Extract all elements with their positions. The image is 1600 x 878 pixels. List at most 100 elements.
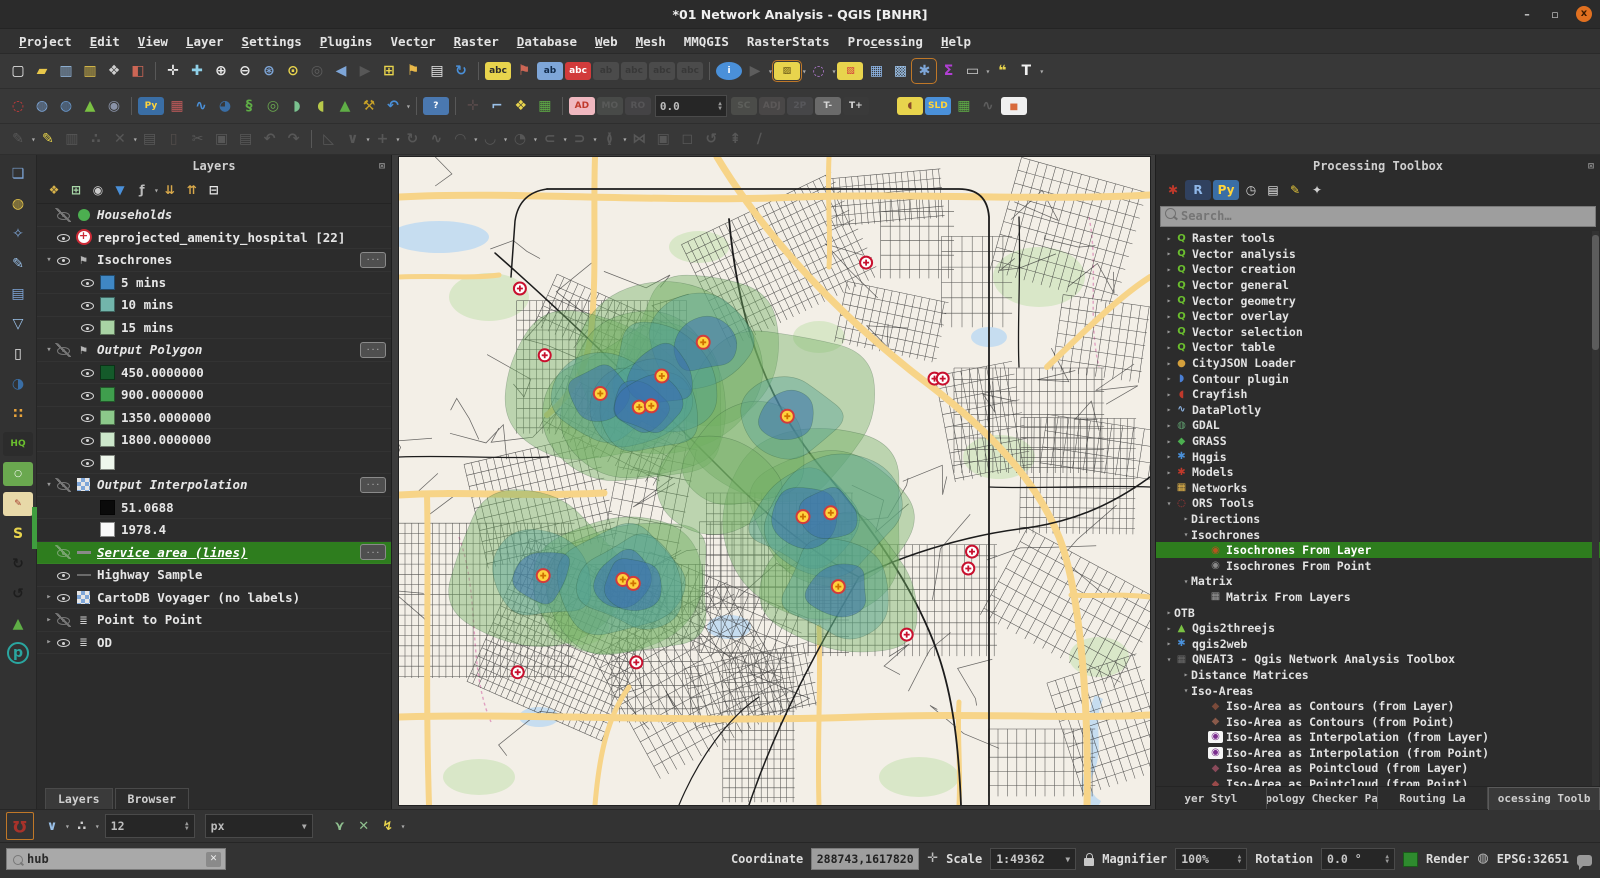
expander-icon[interactable]: ▸ (1164, 374, 1174, 383)
rotate-point-symbols-icon[interactable]: ↺ (700, 128, 722, 150)
filter-by-expression-icon[interactable]: ƒ (132, 180, 152, 200)
add-wms-service-icon[interactable]: ◍ (6, 192, 30, 216)
expander-icon[interactable]: ▸ (1164, 405, 1174, 414)
reshape-features-icon[interactable]: ⊃ (569, 128, 591, 150)
network-node-icon[interactable]: ❖ (510, 95, 532, 117)
add-wcs-layer-icon[interactable]: ◍ (55, 95, 77, 117)
toolbox-item-crayfish[interactable]: ▸◖Crayfish (1156, 386, 1600, 402)
add-delimited-text-icon[interactable]: ✎ (6, 252, 30, 276)
close-button[interactable]: x (1576, 6, 1592, 22)
layer-row-od[interactable]: ▸≣OD (37, 632, 391, 655)
scrollbar-thumb[interactable] (1592, 235, 1599, 350)
undo-arc-plugin-icon[interactable]: ↺ (6, 582, 30, 606)
python-console-icon[interactable]: Py (138, 97, 164, 115)
offset-curve-icon[interactable]: ⊂ (539, 128, 561, 150)
snapping-vertex-icon[interactable]: ∴ (71, 815, 93, 837)
expander-icon[interactable]: ▸ (1164, 281, 1174, 290)
open-layer-styling-icon[interactable]: ❖ (44, 180, 64, 200)
remove-layer-icon[interactable]: ⊟ (204, 180, 224, 200)
expander-icon[interactable]: ▾ (1181, 577, 1191, 586)
add-polygon-layer-icon[interactable]: ▽ (6, 312, 30, 336)
s-plugin-icon[interactable]: S (6, 522, 30, 546)
add-vector-layer-icon[interactable]: ✧ (6, 222, 30, 246)
processing-toolbox-icon[interactable]: ✱ (913, 60, 935, 82)
azimuth-icon[interactable]: ⌐ (486, 95, 508, 117)
topological-editing-icon[interactable]: ⋎ (329, 815, 351, 837)
field-calculator-icon[interactable]: ▩ (889, 60, 911, 82)
expand-all-icon[interactable]: ⇊ (160, 180, 180, 200)
layer-row-point-to-point[interactable]: ▸≣Point to Point (37, 609, 391, 632)
layer-row-1800-0000000[interactable]: 1800.0000000 (37, 429, 391, 452)
visibility-eye-icon[interactable] (55, 590, 71, 604)
style-manager-icon[interactable]: ◧ (127, 60, 149, 82)
statistics-panel-icon[interactable]: Σ (937, 60, 959, 82)
ors-tools-icon[interactable]: ◌ (7, 95, 29, 117)
visibility-eye-icon[interactable] (55, 253, 71, 267)
dock-tab-yer-styl[interactable]: yer Styl (1156, 787, 1267, 809)
offset-point-symbol-icon[interactable]: ⇞ (724, 128, 746, 150)
advanced-digitizing-ad-chip[interactable]: AD (569, 97, 595, 115)
toolbox-item-grass[interactable]: ▸◆GRASS (1156, 433, 1600, 449)
attribute-table-add-icon[interactable]: ▦ (953, 95, 975, 117)
panel-close-icon[interactable]: ⊠ (1588, 161, 1594, 172)
new-bookmark-icon[interactable]: ⊞ (378, 60, 400, 82)
history-icon[interactable]: ◷ (1241, 180, 1261, 200)
layer-badge[interactable]: ··· (360, 544, 386, 560)
coordinate-field[interactable]: 288743,1617820 (811, 848, 919, 870)
expander-icon[interactable]: ▸ (1164, 234, 1174, 243)
toolbox-item-isochrones-from-layer[interactable]: ◉Isochrones From Layer (1156, 542, 1600, 558)
locator-search[interactable]: hub ✕ (6, 848, 226, 870)
expander-icon[interactable]: ▸ (1181, 514, 1191, 523)
layer-row-450-0000000[interactable]: 450.0000000 (37, 362, 391, 385)
save-project-icon[interactable]: ▥ (55, 60, 77, 82)
snapping-tolerance-spinner[interactable]: 12▲▼ (105, 814, 195, 838)
visibility-eye-icon[interactable] (79, 433, 95, 447)
menu-raster[interactable]: Raster (445, 34, 508, 49)
minimize-button[interactable]: – (1520, 8, 1534, 21)
layer-row-reprojected-amenity-hospital-22[interactable]: +reprojected_amenity_hospital [22] (37, 227, 391, 250)
layer-row-10-mins[interactable]: 10 mins (37, 294, 391, 317)
open-project-icon[interactable]: ▰ (31, 60, 53, 82)
layer-row-900-0000000[interactable]: 900.0000000 (37, 384, 391, 407)
visibility-eye-icon[interactable] (79, 365, 95, 379)
scale-select[interactable]: 1:49362▼ (990, 848, 1076, 870)
refresh-map-icon[interactable]: ↻ (450, 60, 472, 82)
models-icon[interactable]: ✱ (1163, 180, 1183, 200)
results-viewer-icon[interactable]: ▤ (1263, 180, 1283, 200)
dataplotly-icon[interactable]: ∿ (190, 95, 212, 117)
snapping-mode-icon[interactable]: ∨ (41, 815, 63, 837)
quickosm-icon[interactable]: ◎ (262, 95, 284, 117)
maximize-button[interactable]: ▫ (1548, 8, 1562, 21)
undo-plugin-icon[interactable]: ↶ (382, 95, 404, 117)
toolbox-item-models[interactable]: ▸✱Models (1156, 464, 1600, 480)
expander-icon[interactable]: ▸ (1164, 639, 1174, 648)
current-edits-icon[interactable]: ✎ (7, 128, 29, 150)
visibility-eye-icon[interactable] (79, 275, 95, 289)
sld4raster-icon[interactable]: SLD (925, 97, 951, 115)
expander-icon[interactable]: ▸ (1164, 312, 1174, 321)
undo-icon[interactable]: ↶ (259, 128, 281, 150)
deselect-features-icon[interactable]: ▧ (837, 62, 863, 80)
tab-layers[interactable]: Layers (45, 788, 113, 809)
menu-project[interactable]: Project (10, 34, 81, 49)
label-toolbar-icon[interactable]: ⚑ (513, 60, 535, 82)
toolbox-item-vector-overlay[interactable]: ▸QVector overlay (1156, 308, 1600, 324)
show-bookmarks-icon[interactable]: ⚑ (402, 60, 424, 82)
layer-row-cartodb-voyager-no-labels[interactable]: ▸CartoDB Voyager (no labels) (37, 587, 391, 610)
text-annotation-icon[interactable]: T (1015, 60, 1037, 82)
toolbox-item-iso-area-as-interpolation-from-layer[interactable]: ◉Iso-Area as Interpolation (from Layer) (1156, 730, 1600, 746)
zoom-in-icon[interactable]: ⊕ (210, 60, 232, 82)
visibility-eye-icon[interactable] (55, 208, 71, 222)
multiedit-attributes-icon[interactable]: ▤ (139, 128, 161, 150)
reload-plugin-icon[interactable]: ↻ (6, 552, 30, 576)
add-mesh-layer-icon[interactable]: ▤ (6, 282, 30, 306)
visibility-eye-icon[interactable] (55, 568, 71, 582)
visibility-eye-icon[interactable] (79, 320, 95, 334)
epsg-value[interactable]: EPSG:32651 (1497, 848, 1569, 870)
menu-web[interactable]: Web (586, 34, 627, 49)
change-label-icon[interactable]: abc (677, 62, 703, 80)
layer-badge[interactable]: ··· (360, 477, 386, 493)
layer-row-5-mins[interactable]: 5 mins (37, 272, 391, 295)
layer-row-output-interpolation[interactable]: ▾Output Interpolation··· (37, 474, 391, 497)
expander-icon[interactable]: ▾ (1164, 655, 1174, 664)
